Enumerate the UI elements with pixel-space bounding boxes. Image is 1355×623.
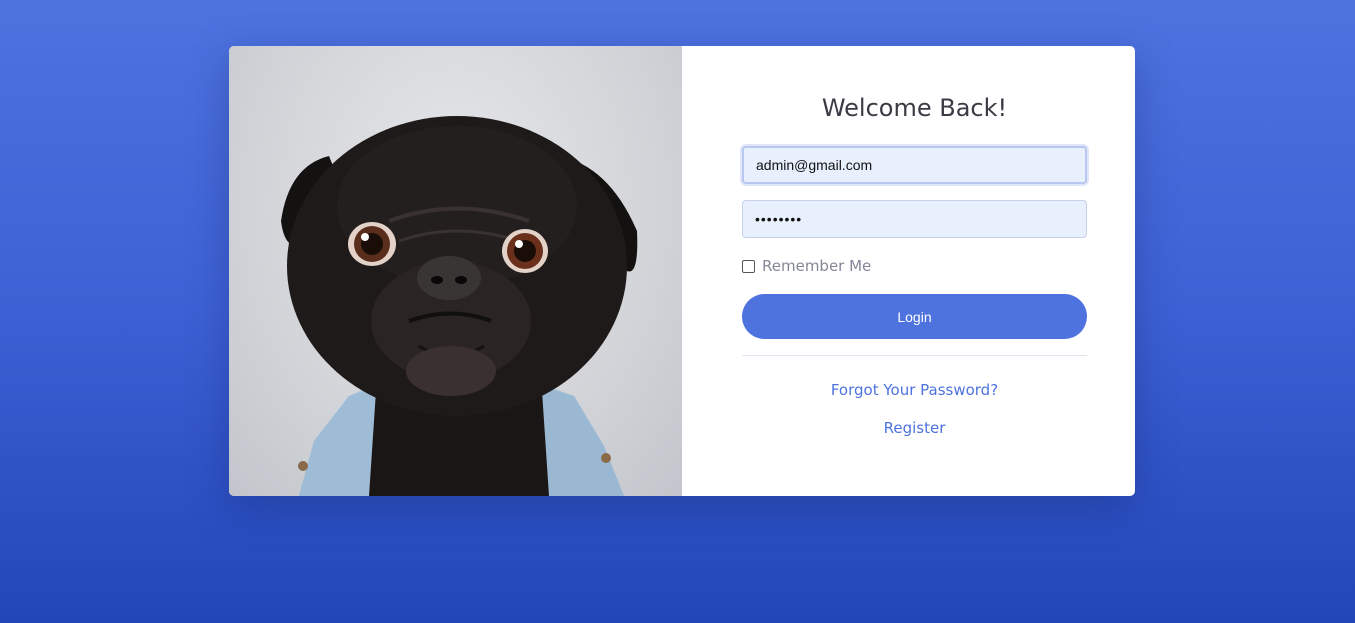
remember-me-label[interactable]: Remember Me <box>762 257 871 275</box>
login-button[interactable]: Login <box>742 294 1087 339</box>
remember-me[interactable]: Remember Me <box>742 257 871 275</box>
page-title: Welcome Back! <box>821 94 1008 122</box>
login-card: Welcome Back! Remember Me Login Forgot Y… <box>229 46 1135 496</box>
email-field[interactable] <box>742 146 1087 184</box>
login-image-panel <box>229 46 682 496</box>
pug-photo <box>281 116 638 496</box>
register-link[interactable]: Register <box>742 419 1087 437</box>
divider <box>742 355 1087 356</box>
password-field[interactable] <box>742 200 1087 238</box>
login-form-panel: Welcome Back! Remember Me Login Forgot Y… <box>682 46 1135 496</box>
remember-me-checkbox[interactable] <box>742 259 755 273</box>
forgot-password-link[interactable]: Forgot Your Password? <box>742 381 1087 399</box>
